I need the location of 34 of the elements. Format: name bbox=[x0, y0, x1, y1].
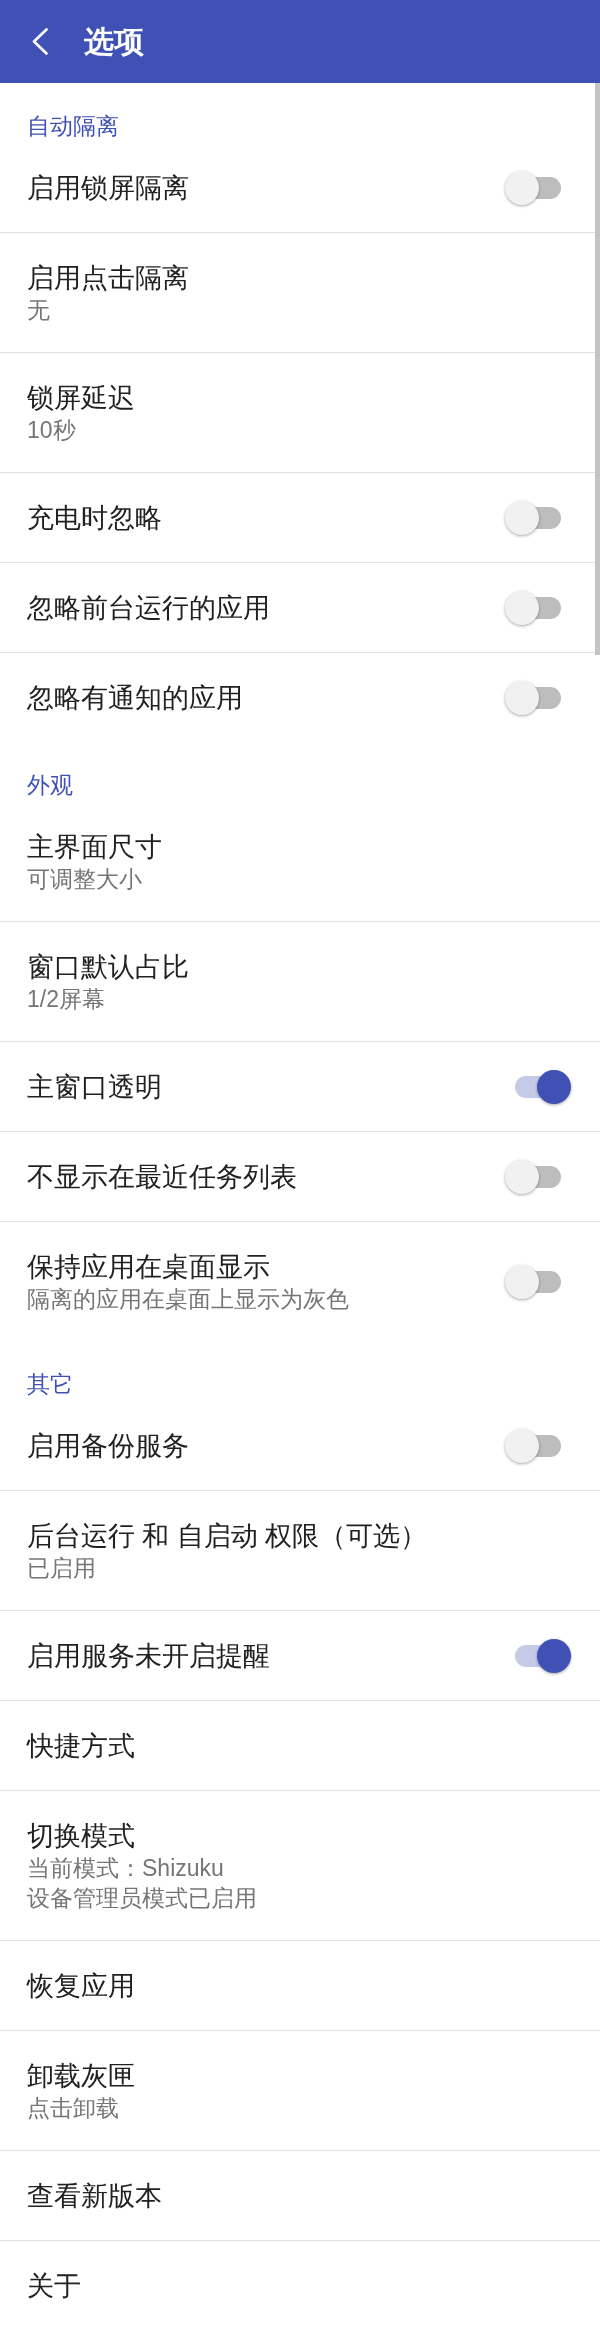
setting-summary: 可调整大小 bbox=[27, 865, 142, 894]
setting-title[interactable]: 恢复应用 bbox=[27, 1969, 135, 2003]
setting-title[interactable]: 保持应用在桌面显示 bbox=[27, 1250, 270, 1284]
setting-title[interactable]: 窗口默认占比 bbox=[27, 950, 189, 984]
setting-title[interactable]: 后台运行 和 自启动 权限（可选） bbox=[27, 1519, 428, 1553]
section-header: 自动隔离 bbox=[27, 113, 119, 141]
screen-title: 选项 bbox=[84, 23, 144, 60]
setting-summary: 已启用 bbox=[27, 1554, 96, 1583]
setting-title[interactable]: 主窗口透明 bbox=[27, 1070, 162, 1104]
setting-summary: 1/2屏幕 bbox=[27, 985, 105, 1014]
setting-title[interactable]: 启用锁屏隔离 bbox=[27, 171, 189, 205]
setting-title[interactable]: 启用备份服务 bbox=[27, 1429, 189, 1463]
section-header: 外观 bbox=[27, 772, 73, 800]
setting-summary: 设备管理员模式已启用 bbox=[27, 1884, 257, 1913]
setting-title[interactable]: 忽略前台运行的应用 bbox=[27, 591, 270, 625]
setting-title[interactable]: 主界面尺寸 bbox=[27, 830, 162, 864]
setting-title[interactable]: 查看新版本 bbox=[27, 2179, 162, 2213]
setting-title[interactable]: 启用服务未开启提醒 bbox=[27, 1639, 270, 1673]
setting-summary: 无 bbox=[27, 296, 50, 325]
setting-summary: 10秒 bbox=[27, 416, 76, 445]
back-icon[interactable] bbox=[31, 28, 48, 55]
setting-title[interactable]: 关于 bbox=[27, 2269, 81, 2303]
section-header: 其它 bbox=[27, 1371, 73, 1399]
setting-title[interactable]: 卸载灰匣 bbox=[27, 2059, 135, 2093]
setting-summary: 隔离的应用在桌面上显示为灰色 bbox=[27, 1285, 349, 1314]
setting-title[interactable]: 充电时忽略 bbox=[27, 501, 162, 535]
setting-title[interactable]: 切换模式 bbox=[27, 1819, 135, 1853]
setting-title[interactable]: 启用点击隔离 bbox=[27, 261, 189, 295]
setting-title[interactable]: 快捷方式 bbox=[27, 1729, 135, 1763]
setting-title[interactable]: 锁屏延迟 bbox=[27, 381, 135, 415]
setting-summary: 当前模式：Shizuku bbox=[27, 1854, 224, 1883]
setting-summary: 点击卸载 bbox=[27, 2094, 119, 2123]
setting-title[interactable]: 不显示在最近任务列表 bbox=[27, 1160, 297, 1194]
setting-title[interactable]: 忽略有通知的应用 bbox=[27, 681, 243, 715]
